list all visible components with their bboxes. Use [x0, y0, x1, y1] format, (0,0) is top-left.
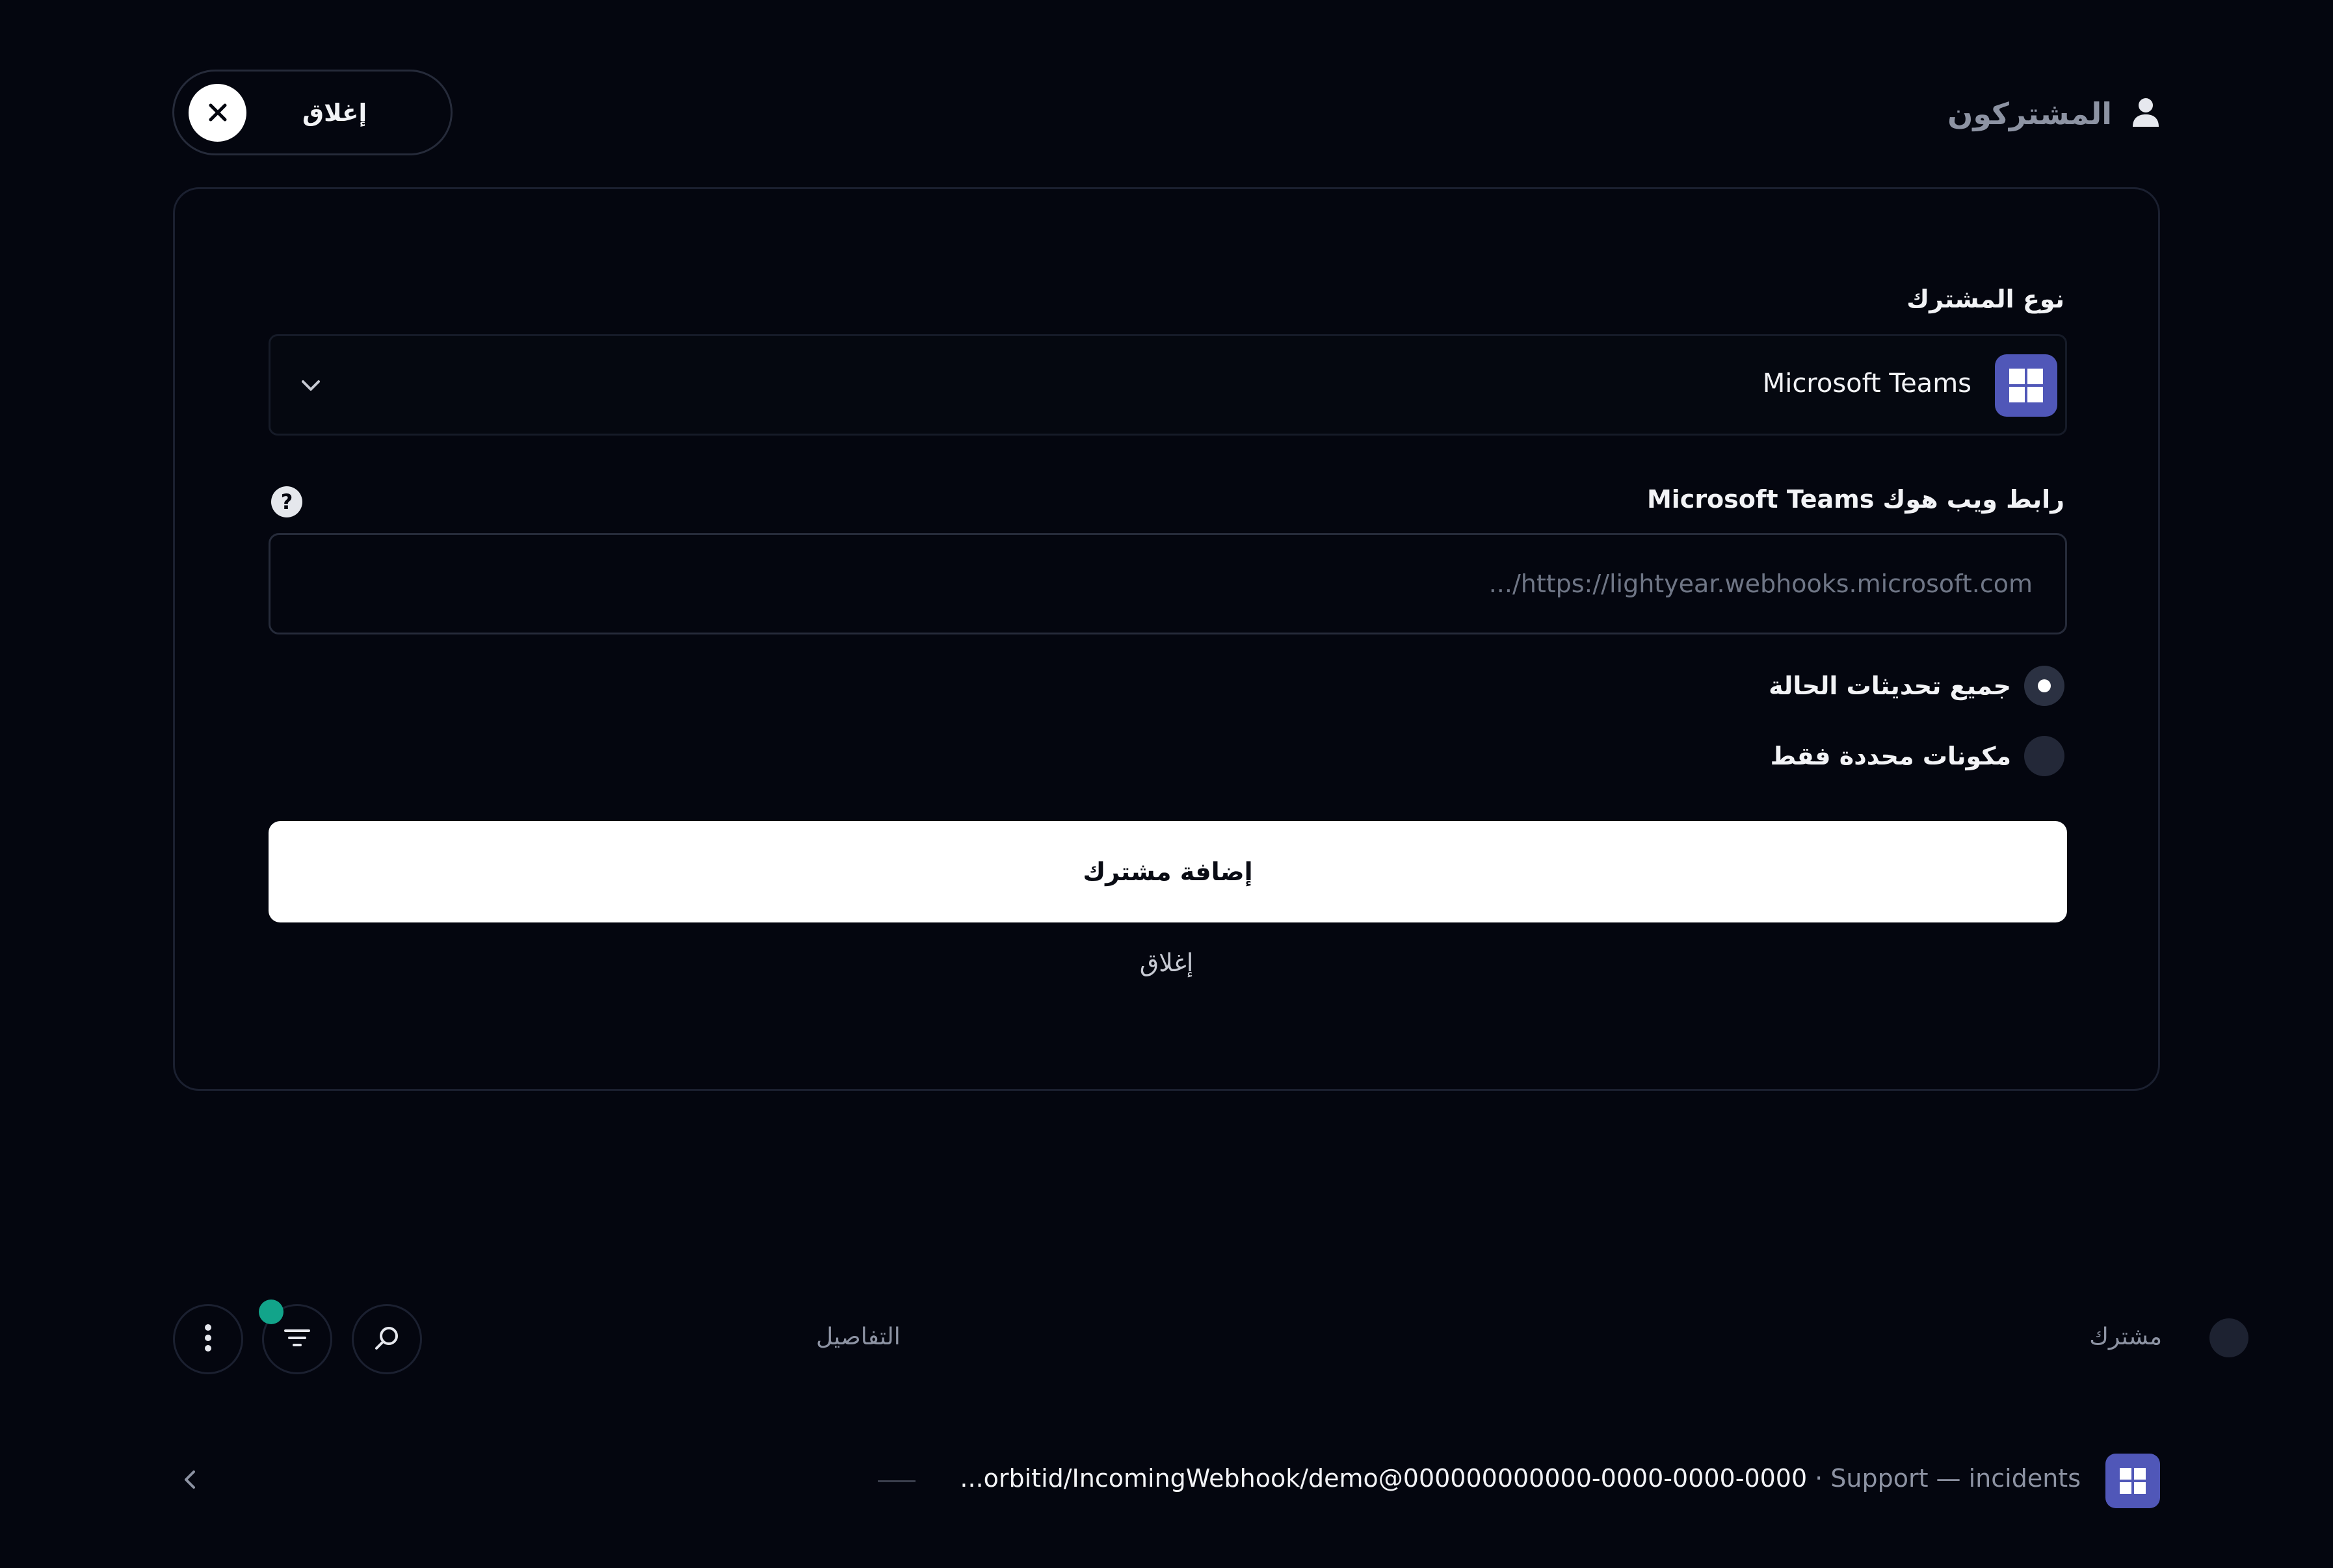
radio-dot — [2038, 679, 2051, 692]
radio-specific-components[interactable]: مكونات محددة فقط — [1771, 735, 2064, 777]
filter-active-badge — [259, 1300, 283, 1324]
subscriber-type-label: نوع المشترك — [1906, 285, 2064, 313]
help-icon[interactable]: ? — [271, 486, 302, 517]
more-vertical-icon — [204, 1324, 212, 1355]
add-subscriber-form: نوع المشترك Microsoft Teams رابط ويب هوك… — [173, 187, 2160, 1091]
cancel-link: إغلاق — [175, 948, 2158, 977]
status-dot — [2209, 1318, 2248, 1357]
page-title: المشتركون — [1947, 96, 2112, 131]
search-button[interactable] — [352, 1304, 422, 1374]
cancel-link-label[interactable]: إغلاق — [1140, 948, 1194, 977]
subscriber-url: orbitid/IncomingWebhook/demo@00000000000… — [960, 1464, 1808, 1493]
webhook-url-input[interactable] — [269, 533, 2067, 634]
close-button-label: إغلاق — [302, 98, 367, 127]
close-button[interactable]: إغلاق — [172, 70, 453, 155]
chevron-left-icon[interactable] — [179, 1467, 200, 1495]
subscriber-type-select[interactable]: Microsoft Teams — [269, 334, 2067, 436]
column-header-subscriber: مشترك — [2089, 1324, 2162, 1350]
search-icon — [373, 1324, 401, 1355]
separator: · — [1815, 1464, 1823, 1493]
radio-button-unchecked[interactable] — [2024, 736, 2064, 776]
radio-label: جميع تحديثات الحالة — [1769, 672, 2011, 700]
user-icon — [2131, 97, 2160, 131]
subscriber-row-text[interactable]: orbitid/IncomingWebhook/demo@00000000000… — [960, 1464, 2081, 1493]
column-header-details: التفاصيل — [816, 1324, 901, 1350]
close-icon — [189, 83, 246, 142]
radio-button-checked[interactable] — [2024, 666, 2064, 706]
radio-label: مكونات محددة فقط — [1770, 742, 2011, 770]
subscriber-description: Support — incidents — [1830, 1464, 2081, 1493]
more-button[interactable] — [173, 1304, 243, 1374]
webhook-url-label: رابط ويب هوك Microsoft Teams — [1646, 485, 2064, 514]
filter-icon — [283, 1327, 311, 1352]
details-empty-dash — [878, 1480, 916, 1482]
subscribers-page: إغلاق المشتركون نوع المشترك Microsoft Te… — [0, 0, 2333, 1568]
microsoft-windows-icon — [2105, 1454, 2160, 1508]
chevron-down-icon — [298, 372, 324, 401]
subscriber-type-value: Microsoft Teams — [1762, 369, 1971, 399]
radio-all-status-updates[interactable]: جميع تحديثات الحالة — [1769, 665, 2064, 707]
add-subscriber-button[interactable]: إضافة مشترك — [269, 821, 2067, 922]
microsoft-windows-icon — [1995, 354, 2057, 417]
page-title-group: المشتركون — [1947, 91, 2160, 137]
